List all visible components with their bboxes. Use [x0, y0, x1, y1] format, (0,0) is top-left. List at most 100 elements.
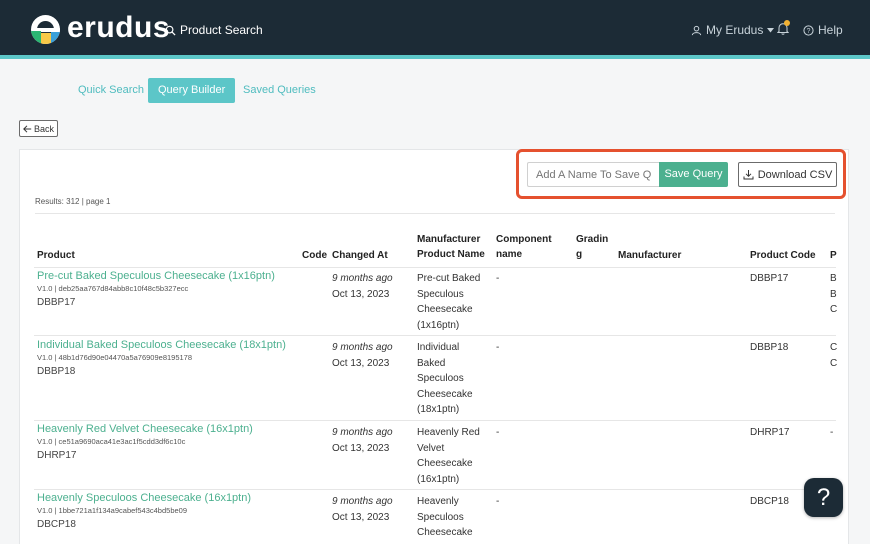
- p-line: -: [830, 427, 834, 438]
- mfr-name-line: Heavenly: [417, 496, 459, 507]
- col-header-component-name[interactable]: Component name: [496, 232, 552, 262]
- save-query-button[interactable]: Save Query: [659, 162, 728, 187]
- product-link[interactable]: Individual Baked Speculoos Cheesecake (1…: [37, 339, 286, 351]
- col-header-changed-at[interactable]: Changed At: [332, 248, 388, 263]
- tab-query-builder[interactable]: Query Builder: [148, 78, 236, 103]
- product-code: DBBP17: [750, 273, 789, 284]
- mfr-name-line: Pre-cut Baked: [417, 273, 481, 284]
- notification-dot: [784, 20, 790, 26]
- download-csv-label: Download CSV: [757, 168, 833, 181]
- my-erudus-label: My Erudus: [706, 23, 764, 37]
- help-circle-icon: ?: [803, 24, 814, 36]
- col-header-manufacturer-product-name-line2: Product Name: [417, 249, 485, 260]
- brand-name[interactable]: erudus: [67, 11, 170, 45]
- back-label: Back: [33, 123, 54, 134]
- results-count: Results: 312 | page 1: [35, 197, 111, 206]
- caret-down-icon: [767, 27, 775, 32]
- mfr-name-line: Baked: [417, 357, 446, 369]
- product-version: V1.0 | 1bbe721a1f134a9cabef543c4bd5be09: [37, 506, 188, 515]
- changed-ago: 9 months ago: [332, 342, 393, 353]
- product-code: DHRP17: [750, 427, 790, 438]
- my-erudus-menu[interactable]: My Erudus: [691, 23, 775, 37]
- mfr-name-line: Cheesecake: [417, 304, 473, 315]
- product-link[interactable]: Pre-cut Baked Speculous Cheesecake (1x16…: [37, 270, 275, 282]
- product-code-sub: DBBP18: [37, 366, 76, 377]
- col-header-component-name-line2: name: [496, 249, 523, 260]
- tab-saved-queries[interactable]: Saved Queries: [233, 78, 326, 103]
- mfr-name-line: (1x16ptn): [417, 319, 460, 331]
- col-header-manufacturer[interactable]: Manufacturer: [618, 248, 681, 263]
- changed-at: 9 months ago Oct 13, 2023: [332, 425, 393, 456]
- user-icon: [691, 25, 702, 35]
- changed-ago: 9 months ago: [332, 273, 393, 284]
- col-header-component-name-line1: Component: [496, 234, 552, 245]
- changed-date: Oct 13, 2023: [332, 357, 390, 369]
- changed-at: 9 months ago Oct 13, 2023: [332, 340, 393, 371]
- mfr-name-line: Speculoos: [417, 511, 464, 523]
- p-column: C C: [830, 340, 837, 371]
- col-header-grading-line1: Gradin: [576, 234, 609, 245]
- changed-at: 9 months ago Oct 13, 2023: [332, 494, 393, 525]
- col-header-product-code[interactable]: Product Code: [750, 248, 816, 263]
- product-code-sub: DBCP18: [37, 519, 76, 530]
- mfr-name-line: (18x1ptn): [417, 404, 460, 415]
- product-version: V1.0 | 48b1d76d90e04470a5a76909e8195178: [37, 353, 193, 362]
- product-link[interactable]: Heavenly Red Velvet Cheesecake (16x1ptn): [37, 423, 253, 435]
- download-icon: [743, 170, 754, 180]
- product-version: V1.0 | ce51a9690aca41e3ac1f5cdd3df6c10c: [37, 437, 186, 446]
- manufacturer-product-name: Pre-cut Baked Speculous Cheesecake (1x16…: [417, 271, 480, 333]
- mfr-name-line: Cheesecake: [417, 388, 473, 400]
- help-link[interactable]: ? Help: [803, 23, 843, 37]
- product-code: DBBP18: [750, 342, 789, 353]
- manufacturer-product-name: Individual Baked Speculoos Cheesecake (1…: [417, 340, 473, 418]
- header-rule: [34, 267, 836, 268]
- p-line: B: [830, 288, 837, 300]
- changed-date: Oct 13, 2023: [332, 511, 390, 523]
- col-header-product[interactable]: Product: [37, 248, 75, 263]
- product-link[interactable]: Heavenly Speculoos Cheesecake (16x1ptn): [37, 492, 251, 504]
- product-code: DBCP18: [750, 496, 789, 507]
- col-header-p[interactable]: P: [830, 248, 837, 263]
- col-header-code[interactable]: Code: [302, 248, 327, 263]
- mfr-name-line: Speculous: [417, 288, 464, 300]
- tab-quick-search[interactable]: Quick Search: [68, 78, 154, 103]
- manufacturer-product-name: Heavenly Red Velvet Cheesecake (16x1ptn): [417, 425, 480, 487]
- row-divider: [34, 420, 836, 421]
- row-divider: [34, 489, 836, 490]
- product-version: V1.0 | deb25aa767d84abb8c10f48c5b327ecc: [37, 284, 189, 293]
- p-line: C: [830, 357, 838, 369]
- help-label: Help: [818, 23, 843, 37]
- product-code-sub: DBBP17: [37, 297, 76, 308]
- changed-date: Oct 13, 2023: [332, 288, 390, 300]
- download-csv-button[interactable]: Download CSV: [738, 162, 837, 187]
- changed-ago: 9 months ago: [332, 427, 393, 438]
- mfr-name-line: Velvet: [417, 442, 445, 454]
- nav-product-search[interactable]: Product Search: [165, 23, 263, 37]
- col-header-grading[interactable]: Gradin g: [576, 232, 608, 262]
- mfr-name-line: Heavenly Red: [417, 427, 480, 438]
- arrow-left-icon: [23, 124, 32, 133]
- product-code-sub: DHRP17: [37, 450, 77, 461]
- manufacturer-product-name: Heavenly Speculoos Cheesecake: [417, 494, 473, 541]
- mfr-name-line: (16x1ptn): [417, 473, 460, 485]
- back-button[interactable]: Back: [19, 120, 58, 137]
- erudus-logo-icon[interactable]: [31, 15, 60, 44]
- p-column: B B C: [830, 271, 837, 318]
- changed-at: 9 months ago Oct 13, 2023: [332, 271, 393, 302]
- col-header-manufacturer-product-name[interactable]: Manufacturer Product Name: [417, 232, 485, 262]
- mfr-name-line: Cheesecake: [417, 527, 473, 538]
- help-chat-button[interactable]: ?: [804, 478, 843, 517]
- svg-text:?: ?: [807, 27, 811, 34]
- component-name: -: [496, 427, 500, 438]
- row-divider: [34, 335, 836, 336]
- search-icon: [165, 25, 176, 36]
- col-header-manufacturer-product-name-line1: Manufacturer: [417, 234, 481, 245]
- p-column: -: [830, 425, 833, 441]
- component-name: -: [496, 273, 500, 284]
- mfr-name-line: Cheesecake: [417, 458, 473, 469]
- p-line: C: [830, 304, 838, 315]
- panel-divider: [35, 213, 835, 214]
- p-line: C: [830, 342, 838, 353]
- query-name-input[interactable]: [527, 162, 659, 187]
- p-line: B: [830, 273, 837, 284]
